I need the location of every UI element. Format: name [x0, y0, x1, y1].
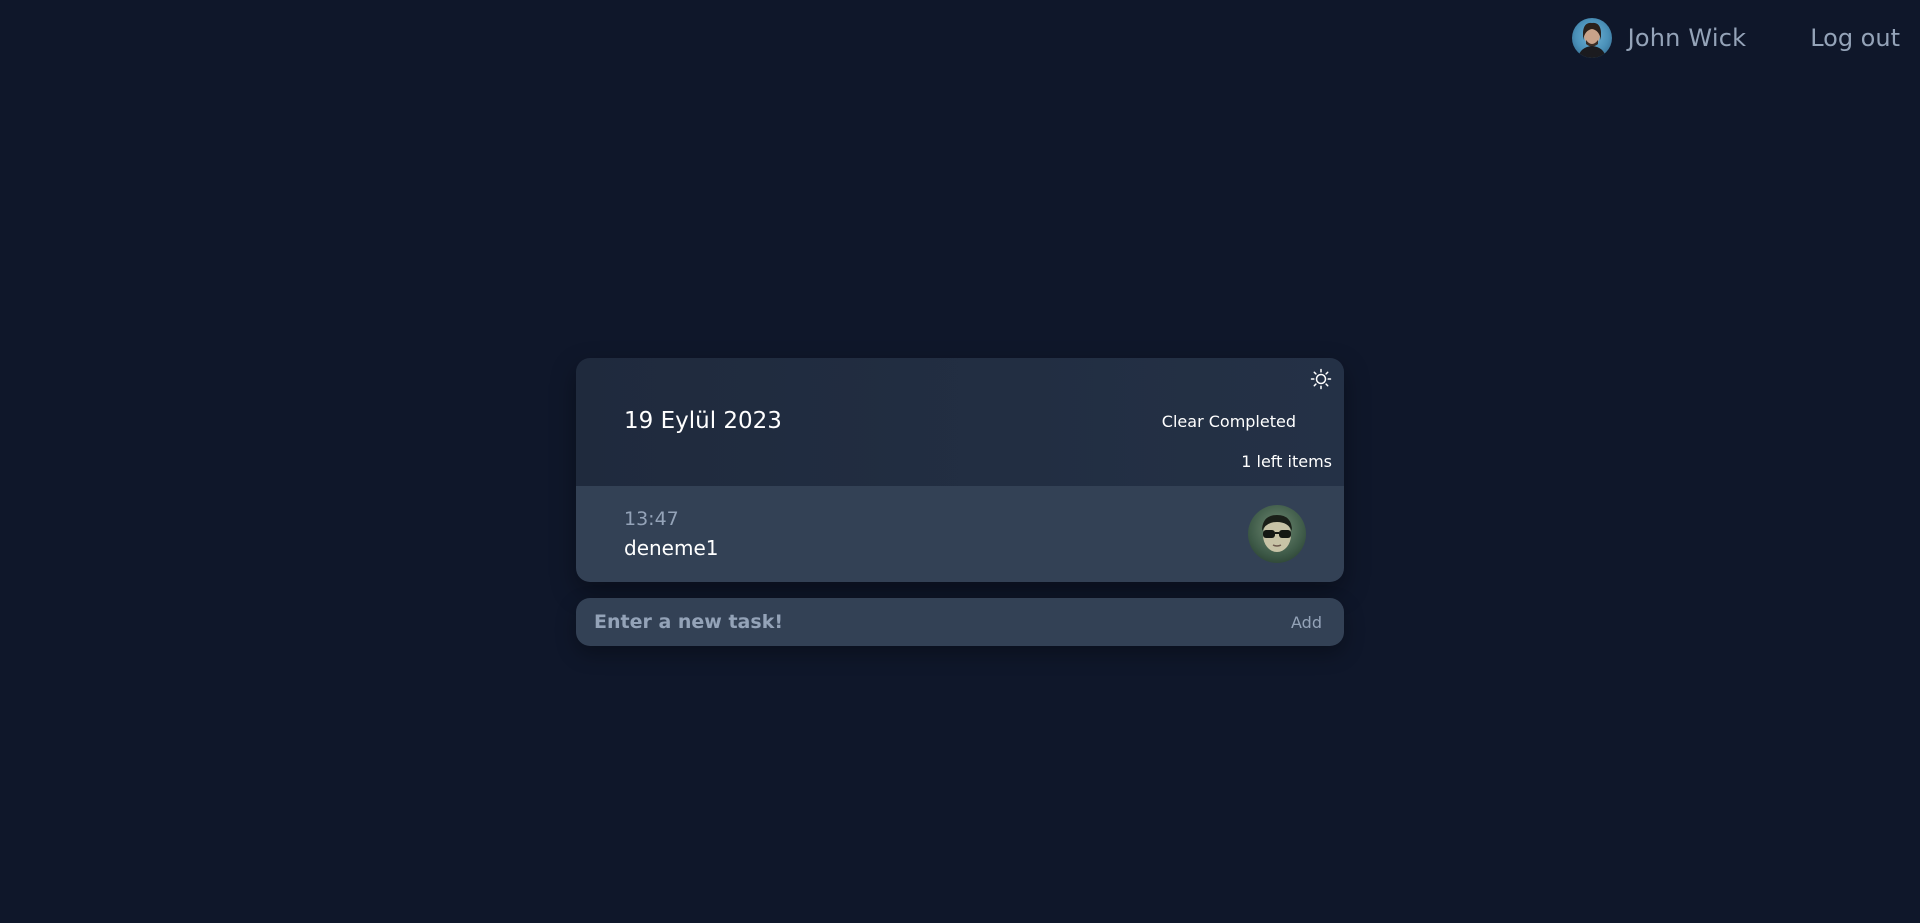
todo-card: 19 Eylül 2023 Clear Completed 1 left ite…	[576, 358, 1344, 582]
task-time: 13:47	[624, 508, 679, 530]
task-item[interactable]: 13:47 deneme1	[576, 486, 1344, 582]
add-task-button[interactable]: Add	[1285, 612, 1328, 633]
items-left-count: 1 left items	[1241, 452, 1332, 471]
top-bar: John Wick Log out	[1571, 18, 1900, 58]
new-task-form: Add	[576, 597, 1344, 647]
assignee-avatar	[1248, 505, 1306, 563]
user-menu[interactable]: John Wick	[1571, 18, 1747, 58]
sun-icon[interactable]	[1310, 368, 1332, 390]
new-task-input[interactable]	[576, 597, 1286, 647]
user-avatar[interactable]	[1571, 18, 1612, 58]
user-name: John Wick	[1627, 24, 1747, 52]
clear-completed-button[interactable]: Clear Completed	[1162, 412, 1296, 431]
current-date: 19 Eylül 2023	[624, 408, 782, 434]
task-title: deneme1	[624, 536, 719, 560]
logout-link[interactable]: Log out	[1810, 24, 1900, 52]
todo-card-header: 19 Eylül 2023 Clear Completed 1 left ite…	[576, 358, 1344, 486]
